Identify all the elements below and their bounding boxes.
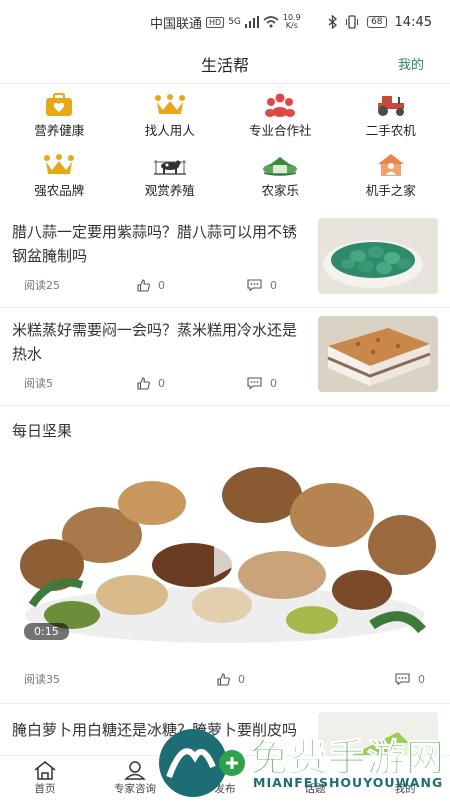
comment-count: 0 (270, 278, 277, 292)
read-count: 阅读25 (24, 279, 60, 292)
category-find-people[interactable]: 找人用人 (115, 92, 226, 146)
article-meta: 阅读5 0 0 (12, 375, 310, 405)
category-label: 营养健康 (34, 123, 85, 138)
category-used-machinery[interactable]: 二手农机 (336, 92, 447, 146)
play-icon[interactable] (208, 541, 248, 585)
article-item[interactable]: 米糕蒸好需要闷一会吗？蒸米糕用冷水还是热水 阅读5 0 0 (0, 308, 450, 406)
video-player[interactable]: 0:15 (12, 455, 438, 651)
watermark-text: 免费手游网 (249, 736, 446, 781)
read-count: 阅读5 (24, 377, 53, 390)
comment-count: 0 (418, 672, 425, 686)
article-thumbnail-garlic (318, 218, 438, 294)
people-group-icon (265, 92, 296, 118)
category-nutrition-health[interactable]: 营养健康 (4, 92, 115, 146)
category-label: 农家乐 (261, 183, 299, 198)
status-bar: 中国联通 HD 5G 10.9 K/s 68 14:45 (0, 0, 450, 44)
house-person-icon (376, 152, 406, 178)
wifi-icon (263, 16, 279, 28)
comment-button[interactable]: 0 (247, 277, 277, 293)
crown-icon (154, 92, 186, 118)
nav-home[interactable]: 首页 (0, 756, 90, 800)
comment-button[interactable]: 0 (395, 671, 425, 687)
nav-label: 专家咨询 (114, 783, 156, 795)
category-strong-brand[interactable]: 强农品牌 (4, 152, 115, 206)
category-grid: 营养健康 找人用人 专业合作社 二手农机 强农品牌 观赏养殖 农家乐 机手之家 (0, 84, 450, 210)
network-label: 5G (228, 17, 241, 27)
cattle-icon (153, 152, 187, 178)
home-icon (34, 761, 56, 780)
vibrate-icon (346, 15, 359, 29)
article-title: 米糕蒸好需要闷一会吗？蒸米糕用冷水还是热水 (12, 321, 298, 363)
like-count: 0 (158, 376, 165, 390)
article-thumbnail-rice-cake (318, 316, 438, 392)
hd-badge: HD (206, 16, 225, 28)
section-title: 每日坚果 (12, 422, 73, 440)
thumbs-up-icon (217, 672, 230, 686)
like-count: 0 (158, 278, 165, 292)
category-operator-home[interactable]: 机手之家 (336, 152, 447, 206)
bluetooth-icon (328, 15, 338, 29)
article-item[interactable]: 腊八蒜一定要用紫蒜吗？腊八蒜可以用不锈钢盆腌制吗 阅读25 0 0 (0, 210, 450, 308)
app-header: 生活帮 我的 (0, 44, 450, 84)
watermark: 免费手游网 MIANFEISHOUYOUWANG (155, 725, 450, 800)
battery-icon: 68 (367, 16, 387, 28)
category-label: 观赏养殖 (144, 183, 195, 198)
category-label: 二手农机 (365, 123, 416, 138)
carrier-label: 中国联通 (150, 16, 203, 32)
comment-icon (247, 279, 262, 291)
comment-count: 0 (270, 376, 277, 390)
like-button[interactable]: 0 (137, 375, 247, 391)
nav-label: 首页 (34, 783, 56, 795)
thumbs-up-icon (137, 376, 150, 390)
like-count: 0 (238, 672, 245, 686)
farm-house-icon (262, 152, 298, 178)
network-speed: 10.9 K/s (283, 14, 301, 30)
comment-icon (395, 673, 410, 685)
medical-kit-icon (44, 92, 74, 118)
crown-icon (43, 152, 75, 178)
category-cooperative[interactable]: 专业合作社 (225, 92, 336, 146)
category-label: 强农品牌 (34, 183, 85, 198)
article-title: 腊八蒜一定要用紫蒜吗？腊八蒜可以用不锈钢盆腌制吗 (12, 223, 298, 265)
clock: 14:45 (394, 14, 432, 30)
category-label: 机手之家 (365, 183, 416, 198)
comment-icon (247, 377, 262, 389)
read-count: 阅读35 (24, 673, 60, 686)
like-button[interactable]: 0 (137, 277, 247, 293)
video-duration: 0:15 (24, 623, 69, 640)
category-farm-stay[interactable]: 农家乐 (225, 152, 336, 206)
page-title: 生活帮 (200, 55, 249, 75)
speed-unit: K/s (285, 21, 298, 30)
expert-icon (124, 761, 146, 780)
thumbs-up-icon (137, 278, 150, 292)
signal-icon (244, 16, 259, 28)
tractor-icon (374, 92, 408, 118)
article-meta: 阅读25 0 0 (12, 277, 310, 307)
video-meta: 阅读35 0 0 (0, 651, 450, 704)
my-link[interactable]: 我的 (398, 54, 424, 73)
comment-button[interactable]: 0 (247, 375, 277, 391)
watermark-url: MIANFEISHOUYOUWANG (253, 775, 444, 790)
like-button[interactable]: 0 (217, 671, 395, 687)
category-ornamental-breeding[interactable]: 观赏养殖 (115, 152, 226, 206)
category-label: 专业合作社 (248, 123, 312, 138)
category-label: 找人用人 (144, 123, 195, 138)
